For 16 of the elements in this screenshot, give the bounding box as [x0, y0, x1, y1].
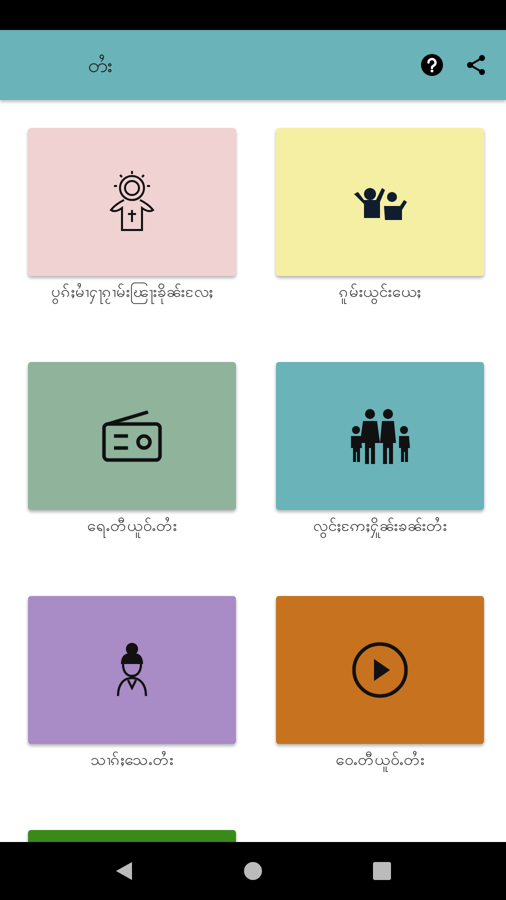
family-icon — [348, 408, 412, 464]
category-tile[interactable] — [28, 128, 236, 276]
category-tile[interactable] — [276, 596, 484, 744]
help-button[interactable] — [418, 51, 446, 79]
home-icon[interactable] — [243, 861, 263, 881]
help-icon — [420, 53, 444, 77]
radio-icon — [100, 410, 164, 462]
back-icon[interactable] — [115, 861, 133, 881]
share-icon — [464, 53, 488, 77]
category-tile[interactable] — [28, 596, 236, 744]
play-circle-icon — [350, 640, 410, 700]
category-label: သၢၵ်ႈသေႉတႆး — [90, 750, 174, 769]
category-tile[interactable] — [28, 362, 236, 510]
app-title: တႆး — [88, 52, 112, 79]
category-tile[interactable] — [276, 362, 484, 510]
category-tile[interactable] — [276, 128, 484, 276]
